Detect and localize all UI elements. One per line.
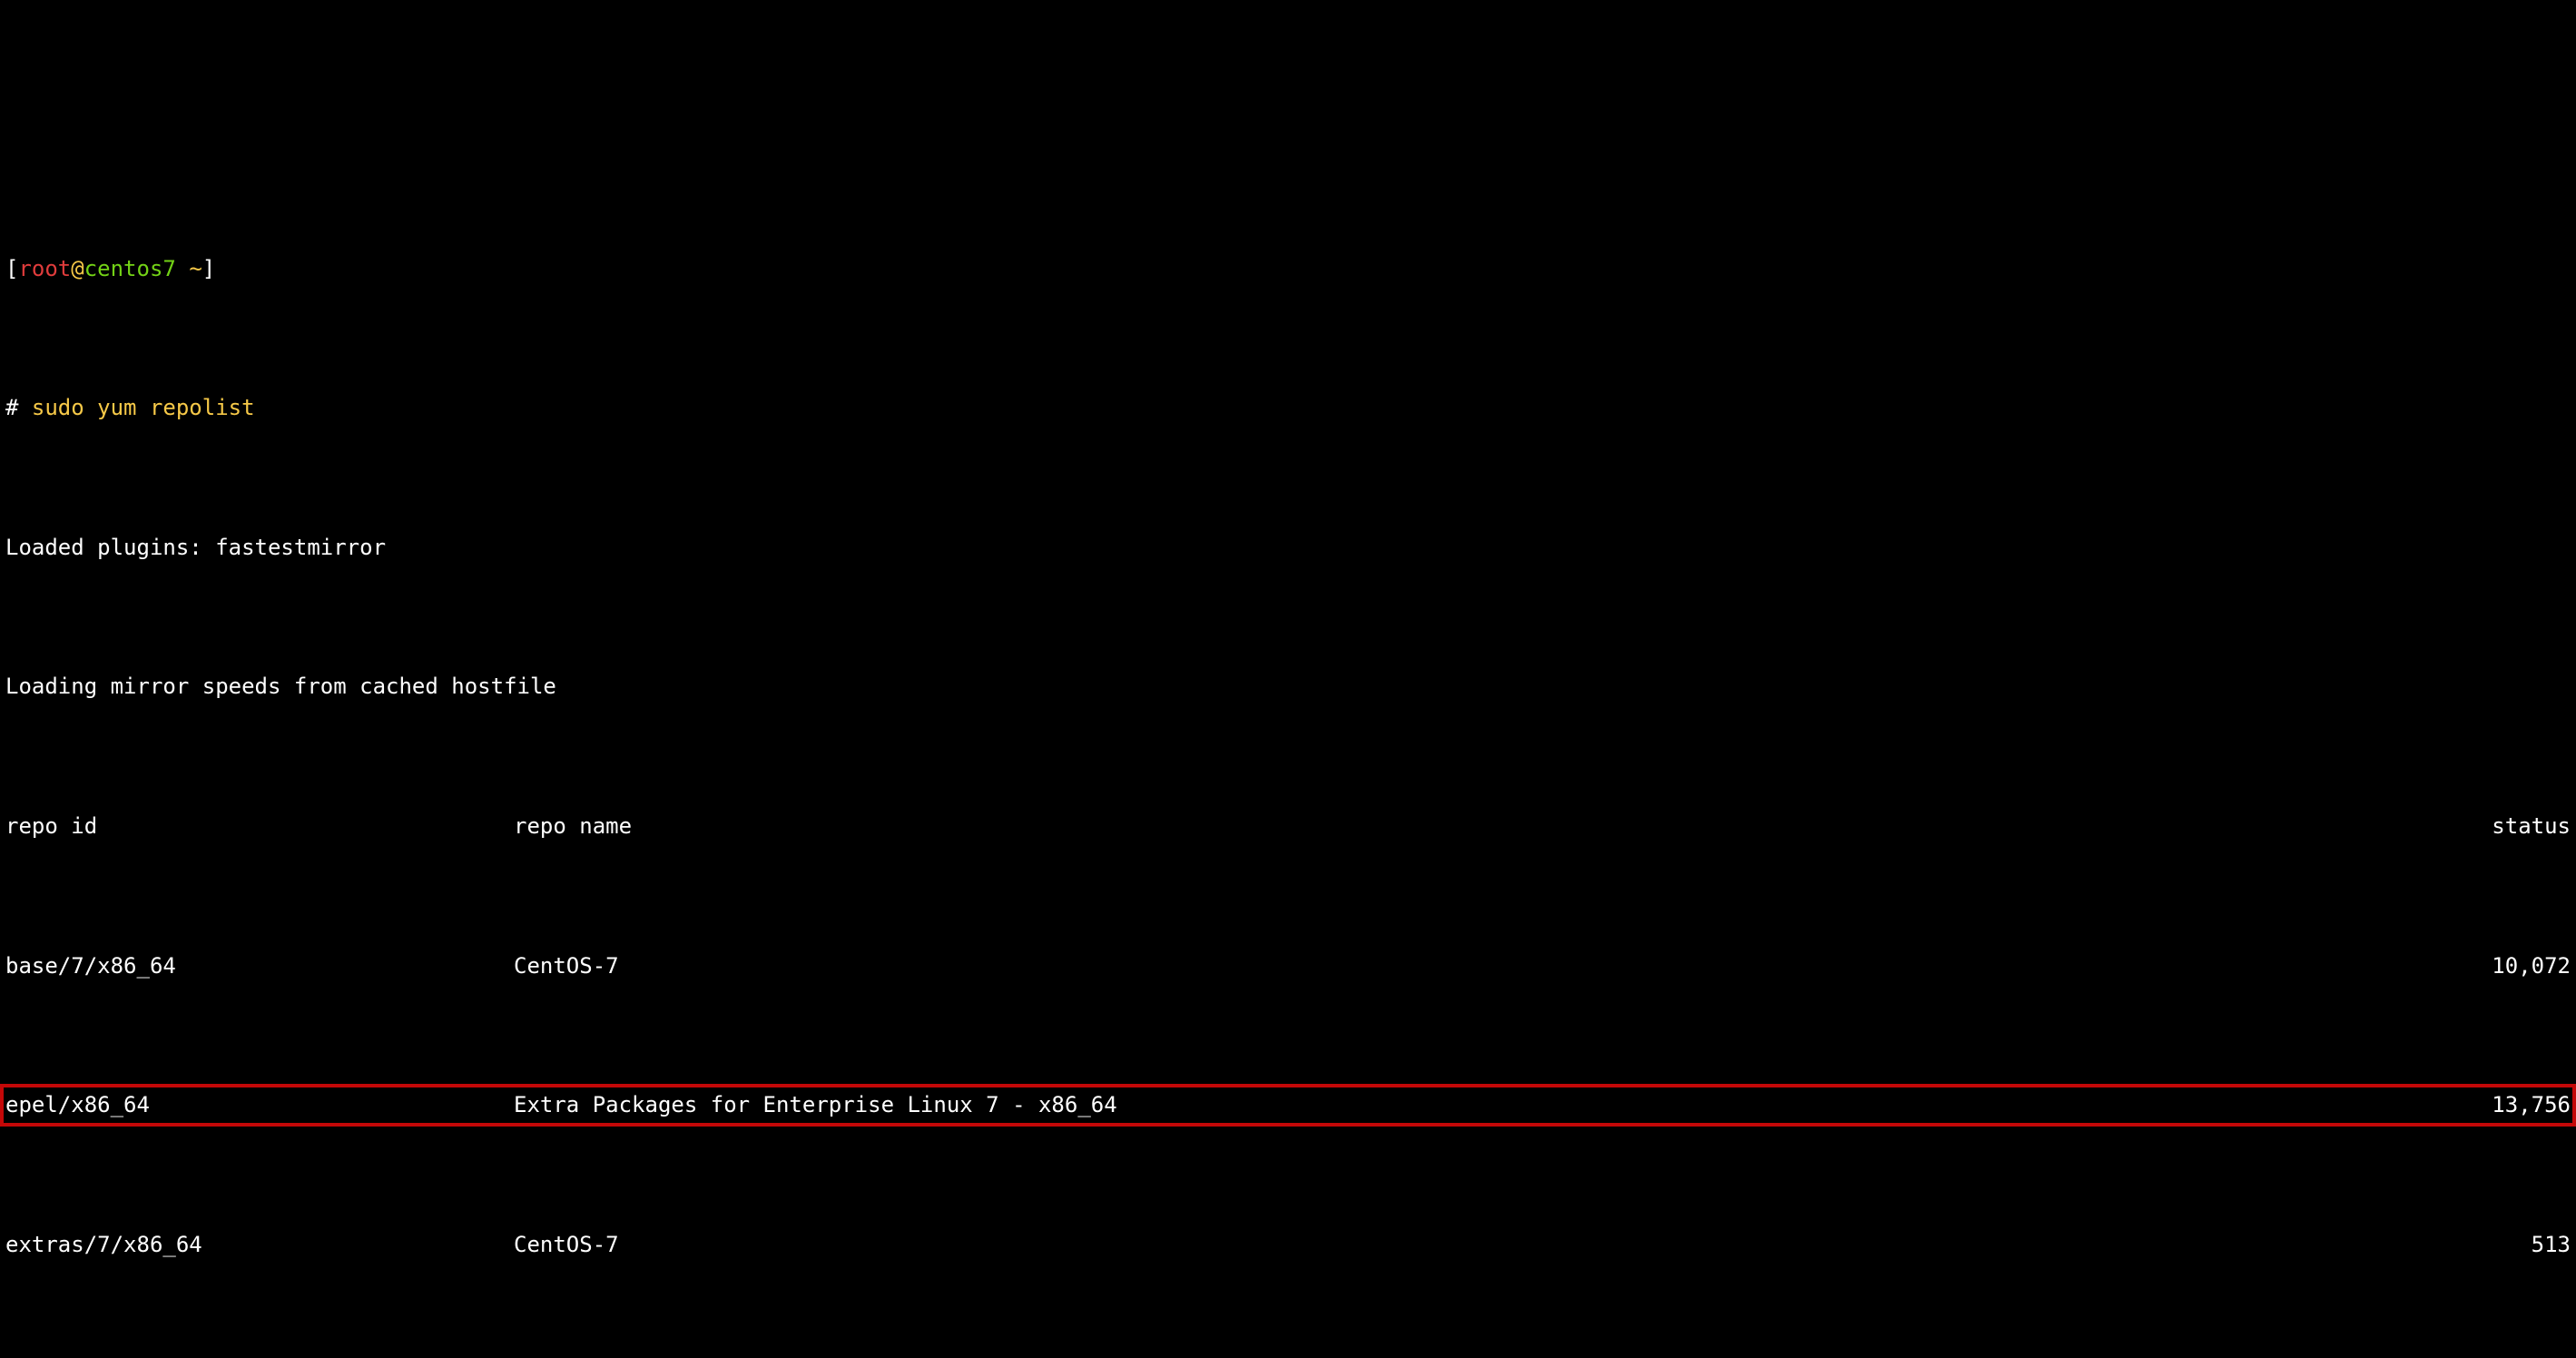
- prompt-space: [176, 256, 189, 281]
- cell-status: 13,756: [2425, 1087, 2571, 1122]
- prompt-host: centos7: [84, 256, 176, 281]
- cell-repo-id: base/7/x86_64: [5, 949, 514, 983]
- cell-repo-id: extras/7/x86_64: [5, 1227, 514, 1262]
- header-repo-name: repo name: [514, 809, 2425, 843]
- cell-status: 10,072: [2425, 949, 2571, 983]
- prompt-hash: #: [5, 395, 32, 420]
- prompt-at: @: [71, 256, 84, 281]
- terminal-output: [root@centos7 ~] # sudo yum repolist Loa…: [5, 147, 2571, 1358]
- cell-status: 513: [2425, 1227, 2571, 1262]
- command-text: sudo yum repolist: [32, 395, 255, 420]
- cell-repo-name: CentOS-7: [514, 1227, 2425, 1262]
- cell-repo-name: CentOS-7: [514, 949, 2425, 983]
- header-status: status: [2425, 809, 2571, 843]
- table-row: base/7/x86_64 CentOS-7 10,072: [5, 949, 2571, 983]
- prompt-cwd: ~: [189, 256, 202, 281]
- table-row: extras/7/x86_64 CentOS-7 513: [5, 1227, 2571, 1262]
- table-header-row: repo id repo name status: [5, 809, 2571, 843]
- header-repo-id: repo id: [5, 809, 514, 843]
- bracket-close: ]: [202, 256, 215, 281]
- prompt-user: root: [18, 256, 71, 281]
- table-row-highlight: epel/x86_64 Extra Packages for Enterpris…: [5, 1087, 2571, 1122]
- plugins-line: Loaded plugins: fastestmirror: [5, 530, 2571, 565]
- mirror-line: Loading mirror speeds from cached hostfi…: [5, 669, 2571, 704]
- cell-repo-name: Extra Packages for Enterprise Linux 7 - …: [514, 1087, 2425, 1122]
- cell-repo-id: epel/x86_64: [5, 1087, 514, 1122]
- prompt-line: [root@centos7 ~]: [5, 251, 2571, 286]
- command-line: # sudo yum repolist: [5, 390, 2571, 425]
- bracket-open: [: [5, 256, 18, 281]
